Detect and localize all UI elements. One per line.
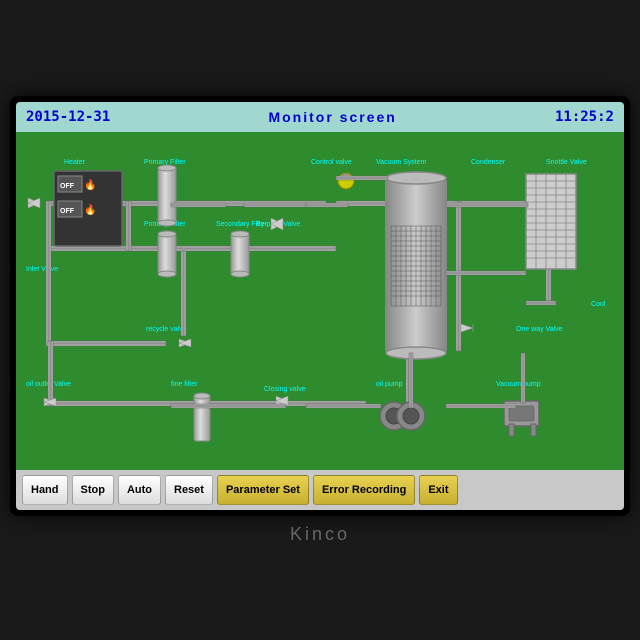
- svg-text:Closing valve: Closing valve: [264, 386, 306, 393]
- header-bar: 2015-12-31 Monitor screen 11:25:2: [16, 102, 624, 132]
- svg-text:OFF: OFF: [60, 208, 75, 215]
- svg-text:Control valve: Control valve: [311, 159, 352, 166]
- auto-button[interactable]: Auto: [118, 475, 161, 505]
- svg-text:Vacuum System: Vacuum System: [376, 159, 427, 166]
- svg-text:Heater: Heater: [64, 159, 86, 166]
- svg-text:recycle valve: recycle valve: [146, 326, 187, 333]
- brand-label: Kinco: [290, 524, 350, 545]
- svg-text:Inlet Valve: Inlet Valve: [26, 266, 58, 273]
- svg-text:Cool: Cool: [591, 301, 606, 308]
- reset-button[interactable]: Reset: [165, 475, 213, 505]
- svg-text:oil pump: oil pump: [376, 381, 403, 388]
- svg-text:Condenser: Condenser: [471, 159, 506, 166]
- hand-button[interactable]: Hand: [22, 475, 68, 505]
- stop-button[interactable]: Stop: [72, 475, 114, 505]
- svg-text:OFF: OFF: [60, 183, 75, 190]
- svg-text:fine filter: fine filter: [171, 381, 198, 388]
- svg-text:🔥: 🔥: [84, 203, 96, 216]
- screen: 2015-12-31 Monitor screen 11:25:2 Heater…: [16, 102, 624, 510]
- parameter-set-button[interactable]: Parameter Set: [217, 475, 309, 505]
- svg-text:Vacuum pump: Vacuum pump: [496, 381, 541, 388]
- svg-text:Snottle Valve: Snottle Valve: [546, 159, 587, 166]
- exit-button[interactable]: Exit: [419, 475, 457, 505]
- header-title: Monitor screen: [268, 109, 396, 125]
- svg-text:One way Valve: One way Valve: [516, 326, 563, 333]
- main-diagram-area: Heater Primary Filter Primary Filter Sec…: [16, 132, 624, 470]
- header-time: 11:25:2: [555, 109, 614, 125]
- process-diagram: Heater Primary Filter Primary Filter Sec…: [16, 132, 624, 470]
- header-date: 2015-12-31: [26, 109, 110, 125]
- button-bar: Hand Stop Auto Reset Parameter Set Error…: [16, 470, 624, 510]
- error-recording-button[interactable]: Error Recording: [313, 475, 415, 505]
- monitor-frame: 2015-12-31 Monitor screen 11:25:2 Heater…: [10, 96, 630, 516]
- svg-text:🔥: 🔥: [84, 178, 96, 191]
